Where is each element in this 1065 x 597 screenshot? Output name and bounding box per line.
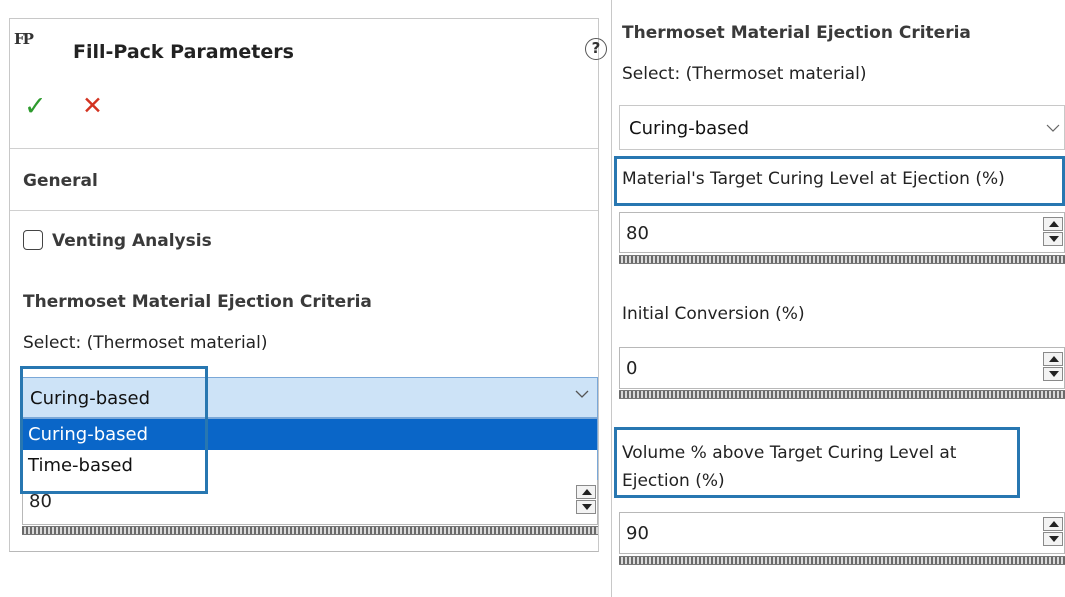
divider (10, 210, 598, 211)
ejection-criteria-select-right[interactable]: Curing-based (619, 105, 1065, 150)
ejection-criteria-heading-right: Thermoset Material Ejection Criteria (622, 23, 971, 43)
field-value: 0 (626, 358, 638, 379)
volume-above-target-field[interactable]: 90 (619, 512, 1065, 554)
spin-up-button[interactable] (1043, 217, 1063, 231)
spin-up-button[interactable] (576, 485, 596, 499)
venting-analysis-checkbox[interactable] (23, 230, 43, 250)
target-curing-slider[interactable] (619, 255, 1065, 264)
spin-up-button[interactable] (1043, 517, 1063, 531)
field-value: 80 (626, 223, 649, 244)
volume-above-target-slider[interactable] (619, 556, 1065, 565)
divider (10, 148, 598, 149)
help-icon[interactable]: ? (585, 38, 607, 60)
select-material-label-right: Select: (Thermoset material) (622, 64, 867, 84)
value-slider[interactable] (22, 526, 598, 535)
initial-conversion-label: Initial Conversion (%) (622, 304, 805, 324)
fill-pack-icon: FP (14, 30, 34, 48)
spin-down-button[interactable] (1043, 367, 1063, 381)
spin-down-button[interactable] (576, 500, 596, 514)
venting-analysis-label[interactable]: Venting Analysis (52, 231, 212, 251)
annotation-highlight (614, 427, 1020, 498)
ok-check-icon[interactable]: ✓ (24, 93, 47, 120)
initial-conversion-field[interactable]: 0 (619, 347, 1065, 389)
initial-conversion-slider[interactable] (619, 390, 1065, 399)
general-section-header[interactable]: General (23, 171, 98, 191)
field-value: 90 (626, 523, 649, 544)
target-curing-field[interactable]: 80 (619, 212, 1065, 253)
ejection-criteria-heading: Thermoset Material Ejection Criteria (23, 292, 372, 312)
select-value: Curing-based (629, 118, 750, 139)
annotation-highlight (614, 156, 1065, 206)
field-value: 80 (29, 491, 52, 512)
spin-down-button[interactable] (1043, 532, 1063, 546)
panel-title: Fill-Pack Parameters (73, 41, 294, 63)
select-material-label: Select: (Thermoset material) (23, 333, 268, 353)
panel-border (611, 0, 612, 597)
chevron-down-icon (1046, 124, 1060, 132)
annotation-highlight (20, 366, 208, 494)
spin-up-button[interactable] (1043, 352, 1063, 366)
cancel-x-icon[interactable]: ✕ (82, 92, 103, 119)
chevron-down-icon (575, 390, 589, 398)
spin-down-button[interactable] (1043, 232, 1063, 246)
